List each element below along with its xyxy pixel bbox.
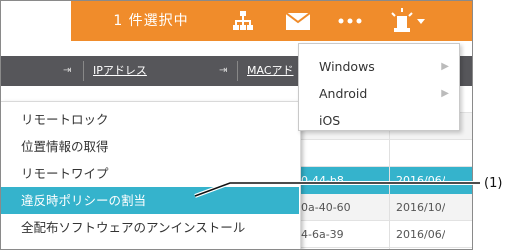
callout-label: (1) bbox=[484, 176, 503, 191]
callout-line bbox=[194, 181, 480, 198]
